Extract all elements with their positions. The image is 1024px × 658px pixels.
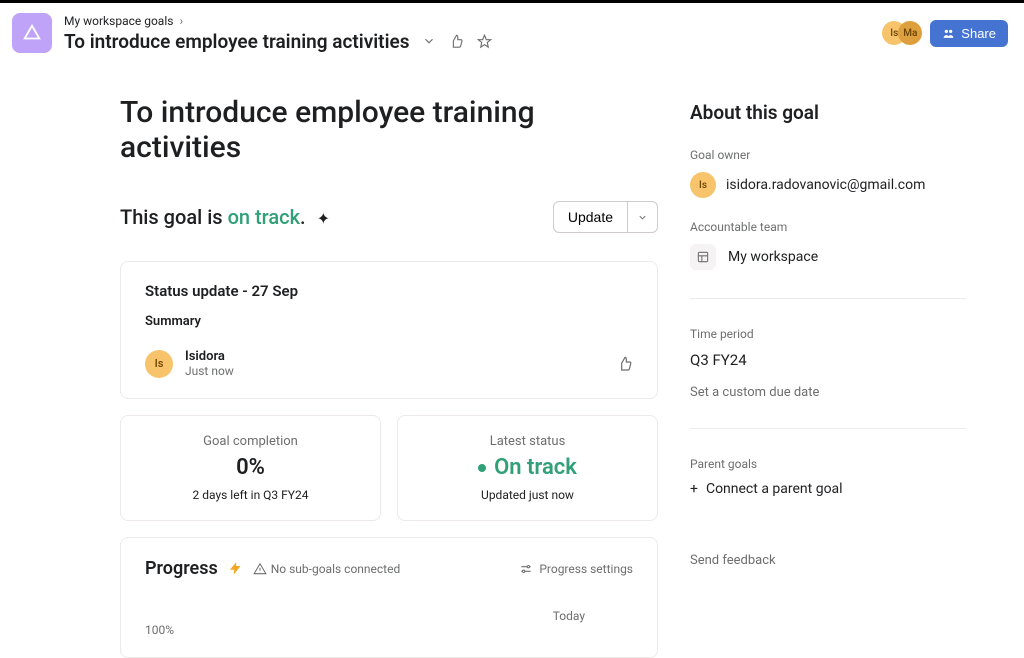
page-title: To introduce employee training activitie… <box>64 30 410 53</box>
main-left: To introduce employee training activitie… <box>0 95 690 658</box>
collaborator-avatar[interactable]: Ma <box>898 21 922 45</box>
status-prefix: This goal is <box>120 205 228 229</box>
share-button[interactable]: Share <box>930 20 1008 47</box>
pct-axis-label: 100% <box>145 623 633 637</box>
stat-label: Goal completion <box>145 434 356 449</box>
owner-avatar: Is <box>690 172 716 198</box>
goal-completion-card[interactable]: Goal completion 0% 2 days left in Q3 FY2… <box>120 415 381 521</box>
title-row: To introduce employee training activitie… <box>64 30 870 53</box>
sparkle-icon: ✦ <box>317 209 330 228</box>
status-update-heading: Status update - 27 Sep <box>145 282 633 300</box>
progress-title: Progress <box>145 558 218 579</box>
breadcrumb: My workspace goals › <box>64 14 870 28</box>
completion-value: 0% <box>145 455 356 480</box>
latest-status-sub: Updated just now <box>422 488 633 502</box>
about-title: About this goal <box>690 101 966 124</box>
status-row: This goal is on track. ✦ Update <box>120 201 658 233</box>
update-dropdown-button[interactable] <box>628 201 658 233</box>
star-icon[interactable] <box>476 32 494 50</box>
team-label: Accountable team <box>690 220 966 234</box>
goal-title-heading: To introduce employee training activitie… <box>120 95 658 165</box>
period-value[interactable]: Q3 FY24 <box>690 351 966 369</box>
time-period-section: Time period Q3 FY24 Set a custom due dat… <box>690 327 966 429</box>
period-label: Time period <box>690 327 966 341</box>
progress-chart: Today 100% <box>145 599 633 637</box>
author-row: Is Isidora Just now <box>145 349 633 378</box>
bolt-icon <box>228 561 243 576</box>
breadcrumb-area: My workspace goals › To introduce employ… <box>64 14 870 53</box>
goal-type-icon <box>12 13 52 53</box>
author-name: Isidora <box>185 349 605 364</box>
chevron-down-icon[interactable] <box>420 32 438 50</box>
share-button-label: Share <box>961 26 996 41</box>
progress-card: Progress No sub-goals connected Progress… <box>120 537 658 658</box>
author-time: Just now <box>185 364 605 378</box>
topbar: My workspace goals › To introduce employ… <box>0 3 1024 67</box>
owner-label: Goal owner <box>690 148 966 162</box>
parent-goals-label: Parent goals <box>690 457 966 471</box>
status-suffix: . <box>300 205 306 229</box>
plus-icon: + <box>690 481 698 497</box>
team-row[interactable]: My workspace <box>690 244 966 270</box>
author-avatar: Is <box>145 350 173 378</box>
set-custom-date-link[interactable]: Set a custom due date <box>690 385 966 400</box>
latest-status-value: On track <box>422 455 633 480</box>
breadcrumb-parent-link[interactable]: My workspace goals <box>64 14 173 28</box>
connect-parent-goal-button[interactable]: + Connect a parent goal <box>690 481 966 497</box>
update-button-group: Update <box>553 201 658 233</box>
completion-sub: 2 days left in Q3 FY24 <box>145 488 356 502</box>
topbar-right: Is Ma Share <box>882 20 1008 47</box>
team-name: My workspace <box>728 249 818 265</box>
send-feedback-link[interactable]: Send feedback <box>690 553 966 568</box>
goal-status-line: This goal is on track. ✦ <box>120 205 330 229</box>
latest-status-card[interactable]: Latest status On track Updated just now <box>397 415 658 521</box>
like-icon[interactable] <box>617 356 633 372</box>
progress-header: Progress No sub-goals connected Progress… <box>145 558 633 579</box>
no-subgoals-warning: No sub-goals connected <box>253 562 401 576</box>
about-sidebar: About this goal Goal owner Is isidora.ra… <box>690 95 990 658</box>
status-update-card[interactable]: Status update - 27 Sep Summary Is Isidor… <box>120 261 658 399</box>
stat-cards-row: Goal completion 0% 2 days left in Q3 FY2… <box>120 415 658 521</box>
stat-label: Latest status <box>422 434 633 449</box>
parent-goals-section: Parent goals + Connect a parent goal <box>690 457 966 525</box>
owner-section: Goal owner Is isidora.radovanovic@gmail.… <box>690 148 966 299</box>
update-button[interactable]: Update <box>553 201 628 233</box>
summary-label: Summary <box>145 314 633 329</box>
owner-email: isidora.radovanovic@gmail.com <box>726 177 925 193</box>
status-dot-icon <box>478 464 486 472</box>
progress-settings-button[interactable]: Progress settings <box>519 562 633 576</box>
main-content: To introduce employee training activitie… <box>0 67 1024 658</box>
breadcrumb-separator: › <box>179 14 183 28</box>
owner-row[interactable]: Is isidora.radovanovic@gmail.com <box>690 172 966 198</box>
today-label: Today <box>145 609 633 623</box>
team-icon <box>690 244 716 270</box>
like-icon[interactable] <box>448 32 466 50</box>
status-value: on track <box>228 205 300 229</box>
